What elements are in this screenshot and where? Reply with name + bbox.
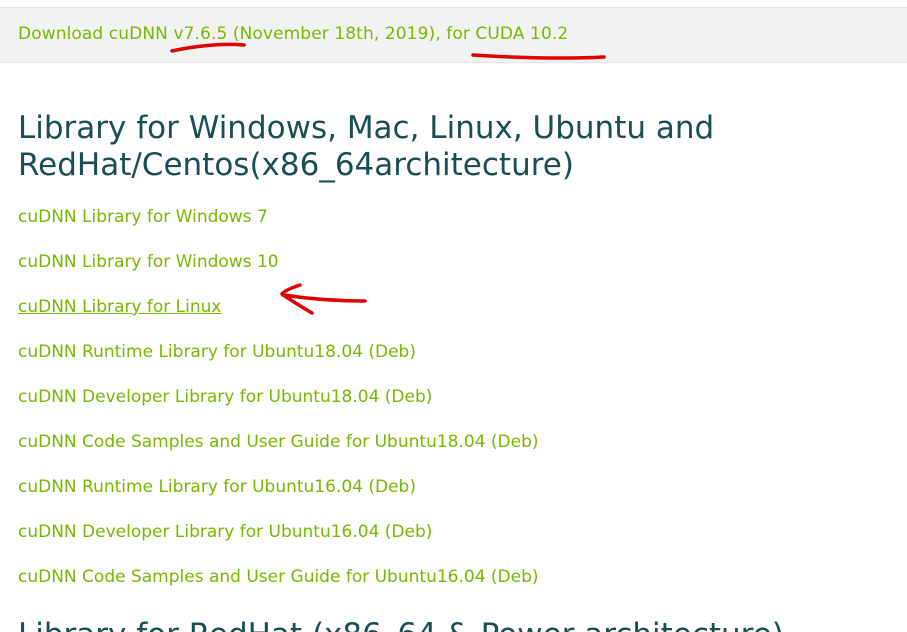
link-runtime-ubuntu1604[interactable]: cuDNN Runtime Library for Ubuntu16.04 (D… (18, 477, 416, 497)
link-developer-ubuntu1804[interactable]: cuDNN Developer Library for Ubuntu18.04 … (18, 387, 432, 407)
link-linux[interactable]: cuDNN Library for Linux (18, 297, 221, 317)
section-title-redhat: Library for RedHat (x86_64 & Power archi… (18, 617, 898, 632)
list-item: cuDNN Library for Windows 7 (18, 205, 539, 250)
list-item: cuDNN Library for Linux (18, 295, 539, 340)
download-link-list: cuDNN Library for Windows 7 cuDNN Librar… (18, 205, 539, 610)
link-runtime-ubuntu1804[interactable]: cuDNN Runtime Library for Ubuntu18.04 (D… (18, 342, 416, 362)
link-windows-10[interactable]: cuDNN Library for Windows 10 (18, 252, 279, 272)
list-item: cuDNN Developer Library for Ubuntu16.04 … (18, 520, 539, 565)
link-samples-ubuntu1804[interactable]: cuDNN Code Samples and User Guide for Ub… (18, 432, 539, 452)
page: Download cuDNN v7.6.5 (November 18th, 20… (0, 0, 907, 632)
list-item: cuDNN Code Samples and User Guide for Ub… (18, 565, 539, 610)
list-item: cuDNN Library for Windows 10 (18, 250, 539, 295)
download-header-bar: Download cuDNN v7.6.5 (November 18th, 20… (0, 7, 907, 63)
link-samples-ubuntu1604[interactable]: cuDNN Code Samples and User Guide for Ub… (18, 567, 539, 587)
list-item: cuDNN Runtime Library for Ubuntu16.04 (D… (18, 475, 539, 520)
link-windows-7[interactable]: cuDNN Library for Windows 7 (18, 207, 268, 227)
link-developer-ubuntu1604[interactable]: cuDNN Developer Library for Ubuntu16.04 … (18, 522, 432, 542)
section-title-windows-linux: Library for Windows, Mac, Linux, Ubuntu … (18, 110, 715, 183)
download-version-link[interactable]: Download cuDNN v7.6.5 (November 18th, 20… (18, 24, 568, 44)
list-item: cuDNN Runtime Library for Ubuntu18.04 (D… (18, 340, 539, 385)
list-item: cuDNN Developer Library for Ubuntu18.04 … (18, 385, 539, 430)
list-item: cuDNN Code Samples and User Guide for Ub… (18, 430, 539, 475)
